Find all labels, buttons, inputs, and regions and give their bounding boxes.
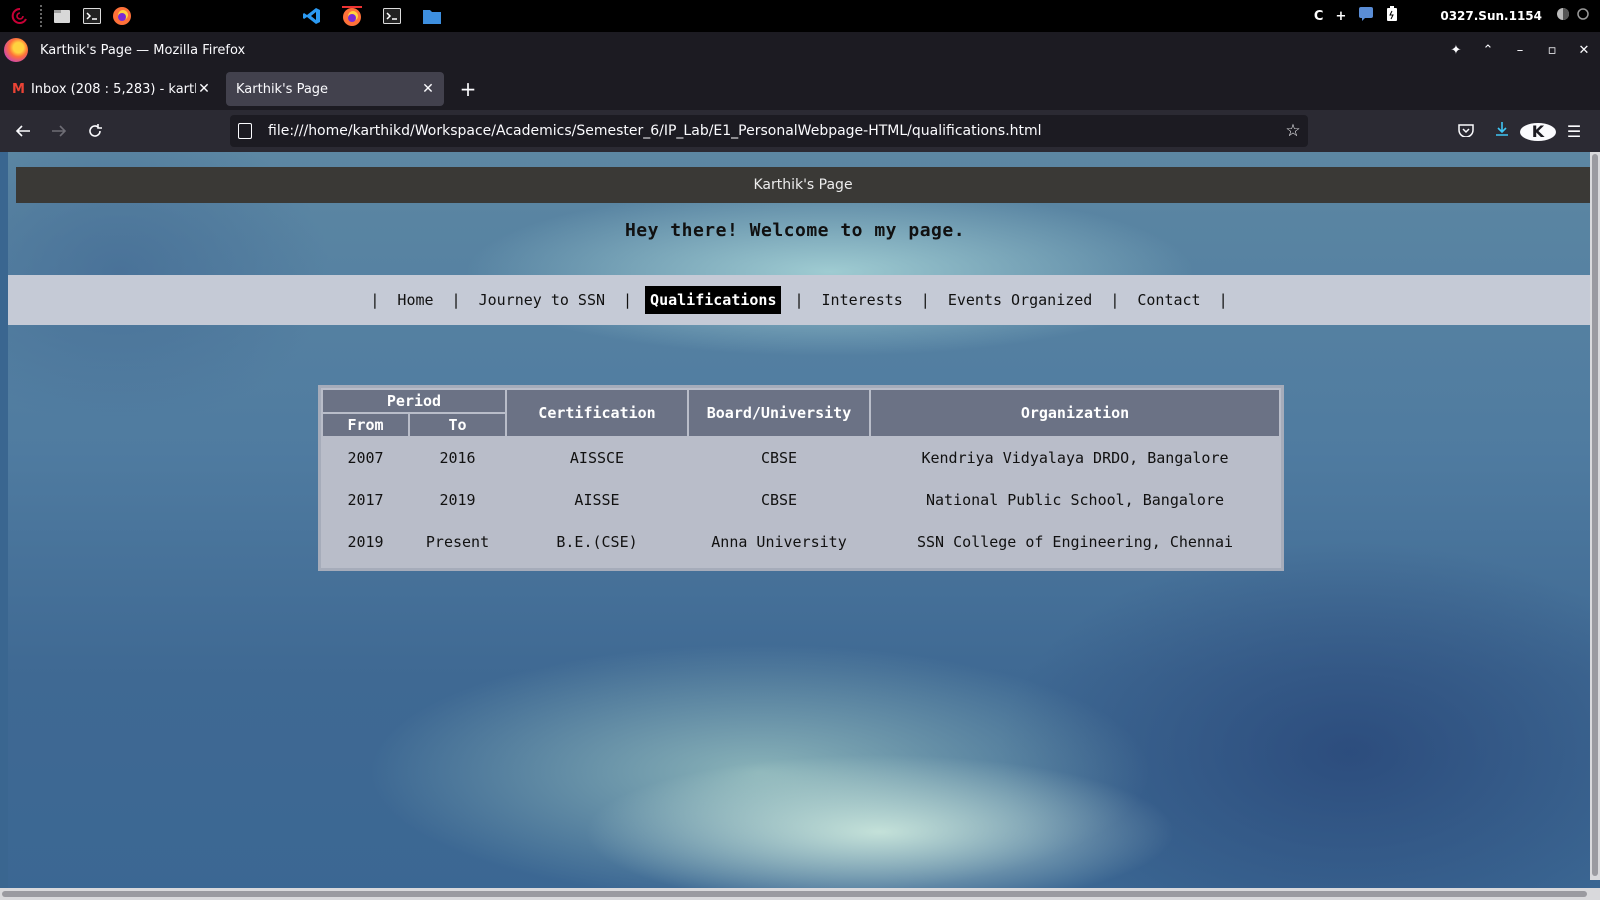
cell-certification: B.E.(CSE)	[556, 533, 638, 551]
terminal-window-icon[interactable]	[382, 6, 402, 26]
page-gutter	[0, 152, 8, 900]
site-title: Karthik's Page	[753, 177, 853, 193]
close-tab-icon[interactable]: ✕	[420, 81, 436, 97]
tab-inbox[interactable]: M Inbox (208 : 5,283) - karthik ✕	[2, 72, 220, 106]
menu-item-contact[interactable]: Contact	[1132, 286, 1205, 314]
file-manager-icon[interactable]	[52, 6, 72, 26]
system-taskbar: C + 0327.Sun.1154	[0, 0, 1600, 32]
table-row: 2007 2016 AISSCE CBSE Kendriya Vidyalaya…	[323, 438, 1279, 478]
downloads-icon[interactable]	[1484, 121, 1520, 141]
url-text[interactable]: file:///home/karthikd/Workspace/Academic…	[268, 123, 1278, 139]
qualifications-table: Period Certification Board/University Or…	[321, 388, 1281, 564]
menu-item-qualifications[interactable]: Qualifications	[645, 286, 782, 314]
menu-item-home[interactable]: Home	[392, 286, 438, 314]
reload-icon[interactable]	[77, 115, 113, 147]
cell-from: 2007	[347, 449, 384, 467]
menu-item-events[interactable]: Events Organized	[943, 286, 1098, 314]
close-tab-icon[interactable]: ✕	[196, 81, 212, 97]
menu-separator: |	[1110, 291, 1120, 309]
pin-icon[interactable]: ✦	[1440, 43, 1472, 58]
cell-from: 2017	[347, 491, 384, 509]
menu-separator: |	[451, 291, 461, 309]
pocket-icon[interactable]	[1448, 122, 1484, 141]
horizontal-scroll-thumb[interactable]	[2, 891, 1587, 897]
firefox-launcher-icon[interactable]	[112, 6, 132, 26]
back-icon[interactable]	[5, 115, 41, 147]
page-file-icon	[238, 123, 252, 139]
vscode-icon[interactable]	[302, 6, 322, 26]
vertical-scroll-thumb[interactable]	[1592, 154, 1598, 876]
horizontal-scrollbar[interactable]	[0, 888, 1600, 900]
new-tab-icon[interactable]: +	[456, 77, 480, 101]
bookmark-star-icon[interactable]: ☆	[1278, 121, 1308, 141]
table-row: 2019 Present B.E.(CSE) Anna University S…	[323, 522, 1279, 562]
maximize-icon[interactable]: ▫	[1536, 43, 1568, 58]
firefox-logo-icon	[4, 38, 28, 62]
nav-toolbar: file:///home/karthikd/Workspace/Academic…	[0, 110, 1600, 152]
chat-tray-icon[interactable]	[1358, 6, 1374, 26]
welcome-heading: Hey there! Welcome to my page.	[624, 220, 966, 241]
cell-organization: Kendriya Vidyalaya DRDO, Bangalore	[921, 449, 1229, 467]
th-period: Period	[323, 390, 505, 412]
forward-icon[interactable]	[41, 115, 77, 147]
cell-board: Anna University	[711, 533, 847, 551]
account-avatar[interactable]: K	[1520, 122, 1556, 141]
menu-separator: |	[794, 291, 804, 309]
site-nav-menu: | Home | Journey to SSN | Qualifications…	[8, 275, 1590, 325]
th-from: From	[323, 414, 408, 436]
brightness-icon[interactable]	[1554, 5, 1572, 27]
window-title: Karthik's Page — Mozilla Firefox	[40, 42, 246, 58]
hamburger-menu-icon[interactable]: ☰	[1556, 122, 1592, 141]
cell-certification: AISSE	[574, 491, 620, 509]
th-organization: Organization	[871, 390, 1279, 436]
tab-strip: M Inbox (208 : 5,283) - karthik ✕ Karthi…	[0, 68, 1600, 110]
clock[interactable]: 0327.Sun.1154	[1440, 9, 1542, 23]
battery-icon[interactable]	[1386, 6, 1398, 26]
menu-item-journey[interactable]: Journey to SSN	[474, 286, 610, 314]
menu-separator: |	[920, 291, 930, 309]
menu-separator: |	[370, 291, 380, 309]
tab-label: Inbox (208 : 5,283) - karthik	[30, 81, 196, 97]
debian-menu-icon[interactable]	[10, 6, 30, 26]
power-icon[interactable]	[1576, 7, 1590, 25]
cell-to: Present	[425, 533, 490, 551]
menu-separator: |	[1218, 291, 1228, 309]
tab-karthiks-page[interactable]: Karthik's Page ✕	[226, 72, 444, 106]
window-up-icon[interactable]: ⌃	[1472, 43, 1504, 58]
th-certification: Certification	[507, 390, 687, 436]
site-header: Karthik's Page	[16, 167, 1590, 203]
taskbar-separator	[40, 5, 42, 27]
cell-organization: National Public School, Bangalore	[925, 491, 1224, 509]
vertical-scrollbar[interactable]	[1590, 152, 1600, 880]
cell-to: 2019	[439, 491, 476, 509]
th-to: To	[410, 414, 505, 436]
close-window-icon[interactable]: ✕	[1568, 43, 1600, 58]
tray-letter[interactable]: C	[1314, 9, 1324, 24]
cell-board: CBSE	[760, 491, 798, 509]
menu-item-interests[interactable]: Interests	[817, 286, 908, 314]
tab-label: Karthik's Page	[236, 81, 329, 97]
cell-to: 2016	[439, 449, 476, 467]
terminal-icon[interactable]	[82, 6, 102, 26]
cell-organization: SSN College of Engineering, Chennai	[916, 533, 1234, 551]
window-titlebar: Karthik's Page — Mozilla Firefox ✦ ⌃ – ▫…	[0, 32, 1600, 68]
page-viewport: Karthik's Page Hey there! Welcome to my …	[0, 152, 1600, 900]
url-bar[interactable]: file:///home/karthikd/Workspace/Academic…	[230, 115, 1308, 147]
qualifications-table-box: Period Certification Board/University Or…	[318, 385, 1284, 571]
gmail-icon: M	[12, 81, 25, 97]
th-board: Board/University	[689, 390, 869, 436]
menu-separator: |	[623, 291, 633, 309]
cell-board: CBSE	[760, 449, 798, 467]
folder-window-icon[interactable]	[422, 6, 442, 26]
tray-plus[interactable]: +	[1335, 9, 1346, 24]
minimize-icon[interactable]: –	[1504, 43, 1536, 58]
table-row: 2017 2019 AISSE CBSE National Public Sch…	[323, 480, 1279, 520]
cell-certification: AISSCE	[569, 449, 625, 467]
cell-from: 2019	[347, 533, 384, 551]
firefox-active-icon[interactable]	[342, 6, 362, 26]
